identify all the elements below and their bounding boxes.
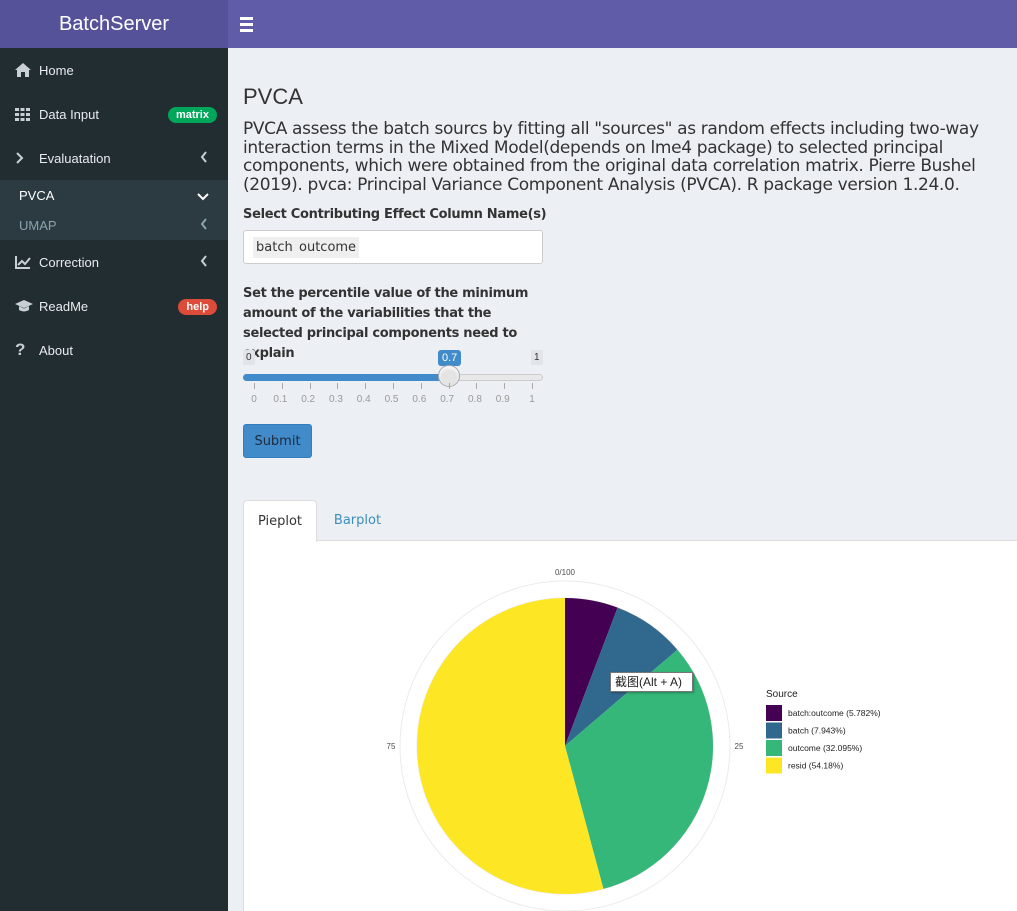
legend-swatch	[766, 757, 782, 774]
slider-tick-label: 0.6	[412, 394, 427, 405]
slider-max-label: 1	[531, 350, 543, 365]
sidebar-item-correction[interactable]: Correction	[0, 240, 228, 284]
legend-label: outcome (32.095%)	[788, 743, 862, 753]
slider-tick-label: 0.4	[356, 394, 371, 405]
slider-tick-label: 0	[251, 394, 257, 405]
slider-fill	[243, 374, 449, 381]
selected-chip[interactable]: outcome	[296, 237, 360, 258]
legend-label: resid (54.18%)	[788, 761, 843, 771]
sidebar-item-label: Correction	[39, 254, 99, 270]
slider-tick	[309, 383, 311, 389]
slider-tick-label: 1	[529, 394, 535, 405]
slider-tick	[504, 383, 506, 389]
tab-barplot[interactable]: Barplot	[320, 500, 395, 540]
sidebar-item-data-input[interactable]: Data Input matrix	[0, 92, 228, 136]
page-description: PVCA assess the batch sourcs by fitting …	[243, 119, 979, 195]
legend-swatch	[766, 705, 782, 721]
hamburger-menu-icon[interactable]	[240, 14, 256, 34]
sidebar-item-home[interactable]: Home	[0, 48, 228, 92]
grid-icon	[15, 107, 39, 121]
submit-button[interactable]: Submit	[243, 424, 312, 458]
slider-tick-label: 0.1	[273, 394, 288, 405]
tab-pieplot[interactable]: Pieplot	[243, 500, 317, 542]
sidebar: Home Data Input matrix Evaluatation PVCA	[0, 48, 228, 911]
slider-tick	[448, 383, 450, 389]
slider-tick-label: 0.8	[468, 394, 482, 405]
sidebar-item-label: ReadMe	[39, 298, 89, 314]
evaluation-submenu: PVCA UMAP	[0, 180, 228, 240]
question-icon: ?	[15, 340, 26, 359]
slider-tick	[420, 383, 422, 389]
slider-tick	[365, 383, 367, 389]
slider-label: Set the percentile value of the minimum …	[243, 286, 529, 361]
sidebar-item-label: Data Input	[39, 106, 99, 122]
slider-tick	[337, 383, 339, 389]
select-label: Select Contributing Effect Column Name(s…	[243, 207, 547, 222]
selected-chip[interactable]: batch	[253, 237, 296, 258]
angular-tick-label: 25	[735, 742, 744, 751]
slider-tick	[254, 383, 255, 389]
slider-tick	[532, 383, 533, 389]
top-navbar	[228, 0, 1017, 48]
legend-label: batch (7.943%)	[788, 726, 846, 736]
slider-tick-label: 0.2	[301, 394, 316, 405]
screenshot-tooltip: 截图(Alt + A)	[610, 672, 693, 692]
slider-tick	[393, 383, 394, 389]
legend-swatch	[766, 740, 782, 756]
chevron-left-icon	[200, 218, 208, 233]
chevron-left-icon	[200, 151, 208, 166]
pie-chart: 0/100255075Sourcebatch:outcome (5.782%)b…	[387, 568, 881, 911]
legend-label: batch:outcome (5.782%)	[788, 708, 881, 718]
slider-min-label: 0	[243, 350, 255, 365]
slider-tick-label: 0.7	[440, 394, 455, 405]
chevron-down-icon	[197, 189, 209, 204]
app-logo[interactable]: BatchServer	[0, 0, 228, 48]
slider-value-label: 0.7	[438, 350, 462, 366]
sidebar-item-label: About	[39, 342, 73, 358]
effect-column-select[interactable]: batch outcome	[243, 230, 543, 264]
sidebar-item-label: Home	[39, 62, 74, 78]
sidebar-item-readme[interactable]: ReadMe help	[0, 284, 228, 328]
angular-tick-label: 75	[387, 742, 396, 751]
sidebar-subitem-pvca[interactable]: PVCA	[0, 180, 228, 210]
chevron-right-icon	[15, 152, 39, 164]
slider-tick-label: 0.9	[495, 394, 510, 405]
sidebar-item-evaluatation[interactable]: Evaluatation	[0, 136, 228, 180]
help-badge: help	[178, 299, 217, 315]
plot-panel: 0/100255075Sourcebatch:outcome (5.782%)b…	[243, 540, 1017, 911]
slider-tick	[476, 383, 478, 389]
page-title: PVCA	[243, 84, 303, 109]
slider-tick-label: 0.5	[384, 394, 399, 405]
sidebar-item-about[interactable]: ? About	[0, 328, 228, 372]
legend-swatch	[766, 722, 782, 739]
sidebar-subitem-label: UMAP	[19, 217, 57, 233]
angular-tick-label: 0/100	[555, 568, 576, 577]
sidebar-subitem-umap[interactable]: UMAP	[0, 210, 228, 240]
line-chart-icon	[15, 255, 39, 269]
matrix-badge: matrix	[167, 107, 217, 123]
home-icon	[15, 63, 39, 77]
graduation-cap-icon	[15, 299, 39, 313]
legend-title: Source	[766, 689, 798, 700]
sidebar-subitem-label: PVCA	[19, 187, 55, 203]
chevron-left-icon	[200, 255, 208, 270]
sidebar-item-label: Evaluatation	[39, 150, 111, 166]
slider-tick	[281, 383, 283, 389]
slider-tick-label: 0.3	[329, 394, 343, 405]
